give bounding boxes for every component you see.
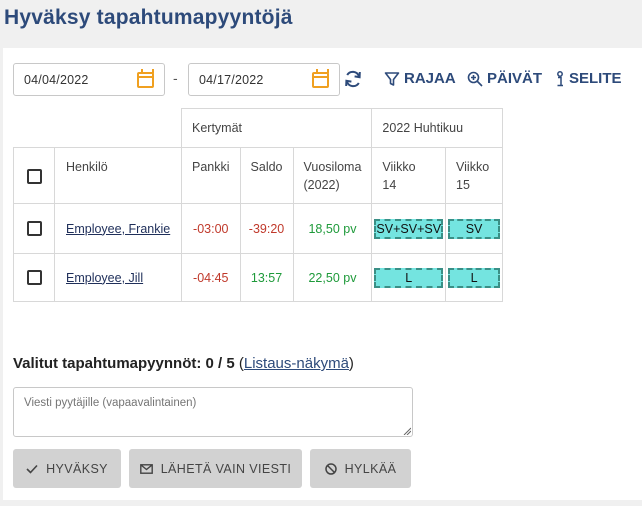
row-checkbox[interactable] [26,270,42,286]
reject-button-label: HYLKÄÄ [344,461,397,476]
reject-button[interactable]: HYLKÄÄ [310,449,411,488]
column-header-week14-line2: 14 [382,178,397,192]
select-all-checkbox[interactable] [26,168,42,184]
calendar-icon[interactable] [137,68,154,88]
requests-table: Kertymät 2022 Huhtikuu Henkilö Pankki Sa… [13,108,504,302]
pankki-value: -03:00 [181,203,241,254]
close-paren: ) [348,355,354,372]
selection-count-label: Valitut tapahtumapyynnöt: 0 / 5 [13,355,235,372]
selection-summary: Valitut tapahtumapyynnöt: 0 / 5 (Listaus… [13,355,354,372]
message-input[interactable] [13,387,413,437]
open-paren: ( [234,355,244,372]
request-chip[interactable]: L [374,267,444,288]
resize-handle-icon[interactable] [403,427,411,435]
column-header-week15-line1: Viikko [456,160,490,174]
table-row: Employee, Jill -04:45 13:57 22,50 pv L L [13,253,504,302]
days-button-label: PÄIVÄT [487,70,543,87]
days-button[interactable]: PÄIVÄT [467,70,542,87]
column-header-henkilo: Henkilö [54,147,182,204]
saldo-value: -39:20 [239,203,294,254]
vuosiloma-value: 18,50 pv [292,203,373,254]
group-header-month: 2022 Huhtikuu [371,108,504,148]
employee-link[interactable]: Employee, Jill [66,271,143,285]
column-header-saldo: Saldo [239,147,294,204]
column-header-week15-line2: 15 [456,178,470,192]
saldo-value: 13:57 [239,253,294,302]
column-header-week14-line1: Viikko [382,160,416,174]
employee-link[interactable]: Employee, Frankie [66,222,170,236]
table-row: Employee, Frankie -03:00 -39:20 18,50 pv… [13,203,504,254]
start-date-field[interactable]: 04/04/2022 [13,63,165,96]
legend-button-label: SELITE [569,70,622,87]
column-header-vuosiloma-line1: Vuosiloma [303,160,362,174]
row-checkbox[interactable] [26,221,42,237]
legend-button[interactable]: SELITE [555,70,622,87]
column-header-week15: Viikko 15 [445,147,504,204]
filter-button[interactable]: RAJAA [384,70,456,87]
column-header-vuosiloma-line2: (2022) [303,178,340,192]
column-header-vuosiloma: Vuosiloma (2022) [292,147,373,204]
date-separator: - [173,70,178,86]
filter-icon [384,71,400,86]
select-all-cell [13,147,55,204]
approve-button[interactable]: HYVÄKSY [13,449,121,488]
filter-button-label: RAJAA [404,70,456,87]
zoom-in-icon [467,71,483,87]
end-date-value: 04/17/2022 [199,72,264,87]
group-header-kertymat: Kertymät [180,108,373,148]
refresh-icon[interactable] [343,69,363,89]
pankki-value: -04:45 [181,253,241,302]
approve-button-label: HYVÄKSY [46,461,108,476]
envelope-icon [139,463,153,474]
calendar-icon[interactable] [312,68,329,88]
column-header-week14: Viikko 14 [371,147,447,204]
check-icon [26,464,38,474]
vuosiloma-value: 22,50 pv [292,253,373,302]
info-icon [557,70,563,86]
send-message-button-label: LÄHETÄ VAIN VIESTI [160,461,292,476]
ban-icon [324,462,337,475]
request-chip[interactable]: SV+SV+SV [374,218,444,239]
start-date-value: 04/04/2022 [24,72,89,87]
column-header-pankki: Pankki [181,147,241,204]
request-chip[interactable]: SV [448,218,501,239]
request-chip[interactable]: L [448,267,501,288]
end-date-field[interactable]: 04/17/2022 [188,63,340,96]
page-title: Hyväksy tapahtumapyyntöjä [4,6,293,29]
list-view-link[interactable]: Listaus-näkymä [244,355,349,372]
send-message-button[interactable]: LÄHETÄ VAIN VIESTI [129,449,302,488]
